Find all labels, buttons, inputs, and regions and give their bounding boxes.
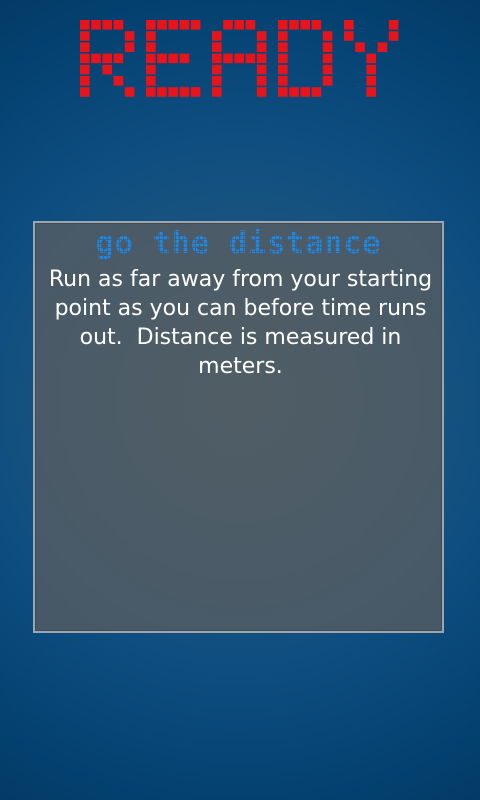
- ready-pixel: [388, 31, 399, 41]
- ready-pixel: [366, 53, 376, 64]
- ready-pixel: [102, 53, 112, 64]
- ready-pixel: [80, 76, 90, 86]
- ready-pixel: [146, 31, 156, 41]
- ready-pixel: [80, 87, 90, 97]
- ready-pixel: [168, 53, 178, 64]
- ready-pixel: [256, 42, 267, 52]
- ready-pixel: [80, 64, 90, 75]
- ready-pixel: [80, 42, 90, 52]
- ready-pixel: [190, 20, 201, 30]
- ready-pixel: [113, 20, 124, 30]
- ready-title: [0, 14, 480, 104]
- ready-pixel: [366, 76, 376, 86]
- ready-pixel: [256, 76, 267, 86]
- ready-pixel: [212, 87, 222, 97]
- ready-pixel: [234, 53, 244, 64]
- mode-title-text: go the distance: [95, 226, 382, 261]
- ready-pixel: [300, 20, 310, 30]
- ready-pixel: [256, 31, 267, 41]
- ready-pixel: [212, 76, 222, 86]
- ready-pixel: [300, 87, 310, 97]
- ready-pixel: [179, 20, 190, 30]
- ready-pixel: [311, 87, 322, 97]
- ready-pixel: [245, 53, 256, 64]
- ready-pixel: [179, 53, 190, 64]
- ready-pixel: [124, 87, 135, 97]
- ready-pixel: [223, 53, 233, 64]
- ready-pixel: [157, 87, 167, 97]
- ready-letter-a: [212, 20, 267, 97]
- ready-pixel: [91, 53, 101, 64]
- ready-pixel: [278, 87, 288, 97]
- ready-letter-d: [278, 20, 333, 97]
- ready-letter-e: [146, 20, 201, 97]
- ready-pixel: [388, 20, 399, 30]
- ready-pixel: [234, 20, 244, 30]
- ready-pixel: [212, 31, 222, 41]
- ready-pixel: [146, 53, 156, 64]
- ready-pixel: [80, 31, 90, 41]
- mode-info-panel: go the distance Run as far away from you…: [33, 221, 444, 633]
- ready-pixel: [80, 20, 90, 30]
- ready-pixel: [179, 87, 190, 97]
- ready-pixel: [344, 20, 354, 30]
- ready-pixel: [168, 87, 178, 97]
- ready-pixel: [212, 53, 222, 64]
- ready-pixel: [289, 87, 299, 97]
- ready-letter-y: [344, 20, 399, 97]
- ready-pixel: [366, 64, 376, 75]
- ready-pixel: [113, 76, 124, 86]
- ready-pixel: [146, 42, 156, 52]
- mode-description: Run as far away from your starting point…: [48, 267, 440, 379]
- ready-pixel: [278, 64, 288, 75]
- ready-pixel: [146, 64, 156, 75]
- ready-pixel: [311, 20, 322, 30]
- ready-pixel: [146, 76, 156, 86]
- ready-pixel: [212, 42, 222, 52]
- ready-pixel: [102, 64, 112, 75]
- ready-pixel: [168, 20, 178, 30]
- ready-pixel: [289, 20, 299, 30]
- ready-pixel: [366, 87, 376, 97]
- ready-pixel: [91, 20, 101, 30]
- ready-pixel: [278, 42, 288, 52]
- ready-pixel: [256, 53, 267, 64]
- ready-pixel: [278, 31, 288, 41]
- ready-pixel: [113, 53, 124, 64]
- ready-pixel: [80, 53, 90, 64]
- ready-pixel: [102, 20, 112, 30]
- mode-title: go the distance: [35, 229, 442, 259]
- ready-pixel: [212, 64, 222, 75]
- ready-pixel: [146, 87, 156, 97]
- ready-pixel: [157, 53, 167, 64]
- ready-pixel: [278, 76, 288, 86]
- ready-pixel: [355, 42, 365, 52]
- ready-pixel: [256, 64, 267, 75]
- ready-pixel: [256, 87, 267, 97]
- ready-pixel: [245, 20, 256, 30]
- ready-pixel: [124, 42, 135, 52]
- ready-letter-r: [80, 20, 135, 97]
- ready-pixel: [146, 20, 156, 30]
- ready-pixel: [157, 20, 167, 30]
- ready-pixel: [278, 53, 288, 64]
- ready-pixel: [322, 53, 333, 64]
- ready-pixel: [377, 42, 388, 52]
- ready-pixel: [278, 20, 288, 30]
- ready-pixel: [322, 42, 333, 52]
- ready-pixel: [344, 31, 354, 41]
- ready-pixel: [124, 31, 135, 41]
- ready-pixel: [322, 31, 333, 41]
- ready-pixel: [223, 20, 233, 30]
- ready-pixel: [190, 87, 201, 97]
- ready-pixel: [322, 64, 333, 75]
- ready-pixel: [322, 76, 333, 86]
